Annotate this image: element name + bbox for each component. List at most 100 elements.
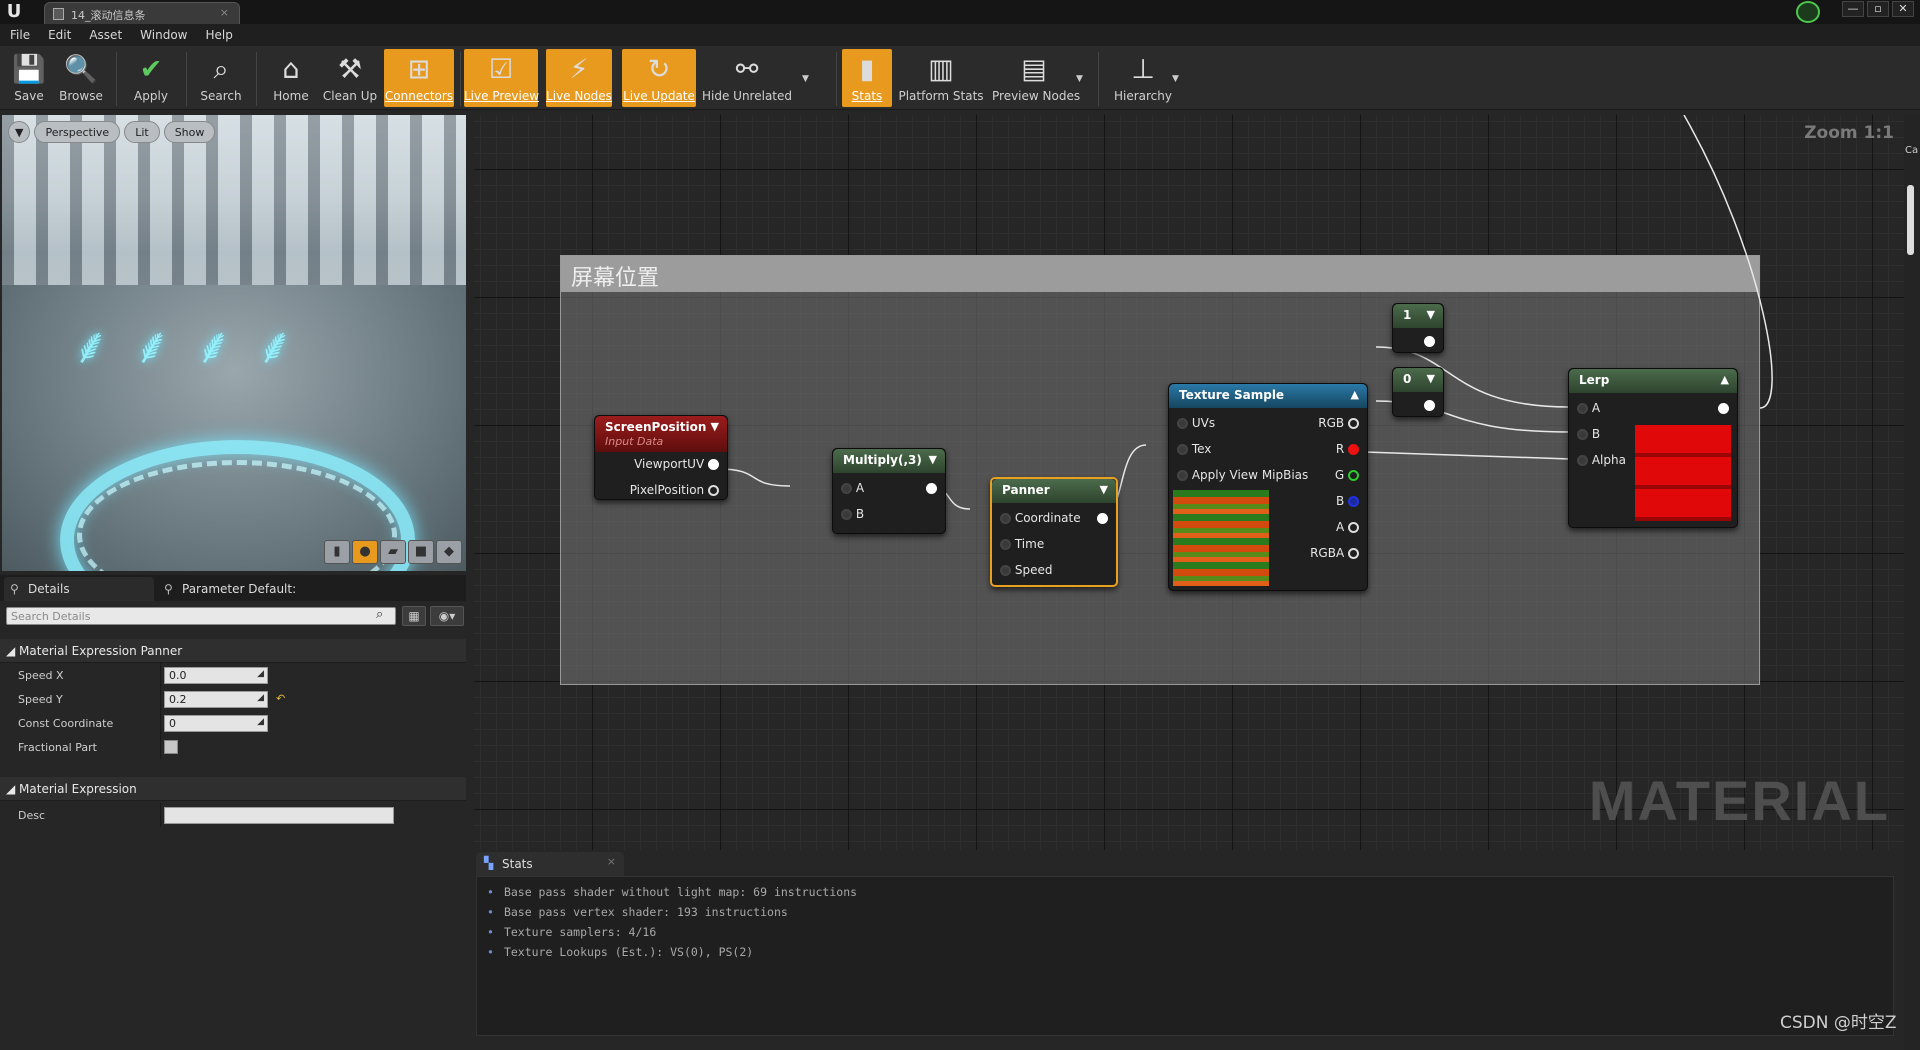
show-button[interactable]: Show [163,121,216,143]
hierarchy-dropdown-icon[interactable]: ▼ [1172,74,1179,84]
viewport-menu-button[interactable]: ▼ [8,121,31,143]
node-lerp-header[interactable]: Lerp ▲ [1569,369,1737,393]
collapse-arrow-icon[interactable]: ▼ [1427,308,1435,321]
collapse-arrow-icon[interactable]: ▼ [1100,483,1108,496]
panner-output[interactable] [1097,511,1108,525]
node-constant-1[interactable]: 1 ▼ [1392,303,1444,353]
collapse-arrow-icon[interactable]: ▼ [711,420,719,433]
pin-alpha[interactable]: Alpha [1577,453,1626,467]
menu-asset[interactable]: Asset [87,24,132,46]
source-control-icon[interactable] [1796,1,1820,23]
input-pin-icon[interactable] [1577,429,1588,440]
constant-1-output[interactable] [1424,334,1435,348]
constant-0-output[interactable] [1424,398,1435,412]
property-matrix-icon[interactable]: ▦ [402,606,426,626]
sphere-mesh-button[interactable]: ● [352,540,378,564]
pin-rgba[interactable]: RGBA [1310,546,1359,560]
lerp-output[interactable] [1718,401,1729,415]
node-constant-1-header[interactable]: 1 ▼ [1393,304,1443,328]
const-coordinate-field[interactable]: 0 [164,715,268,732]
pin-g[interactable]: G [1335,468,1359,482]
input-pin-icon[interactable] [841,483,852,494]
menu-file[interactable]: File [8,24,40,46]
pin-tex[interactable]: Tex [1177,442,1211,456]
pin-a[interactable]: A [1336,520,1359,534]
node-screen-position-header[interactable]: ScreenPosition Input Data ▼ [595,416,727,452]
pin-r[interactable]: R [1336,442,1359,456]
node-constant-0[interactable]: 0 ▼ [1392,367,1444,417]
node-constant-0-header[interactable]: 0 ▼ [1393,368,1443,392]
search-button[interactable]: ⌕ Search [196,49,246,107]
input-pin-icon[interactable] [1177,418,1188,429]
connectors-button[interactable]: ⊞ Connectors [384,49,454,107]
section-material-expression[interactable]: ◢ Material Expression [0,777,466,801]
pin-uvs[interactable]: UVs [1177,416,1215,430]
collapse-arrow-icon[interactable]: ▼ [929,453,937,466]
tab-details[interactable]: ⚲ Details [4,577,154,601]
node-texture-sample-header[interactable]: Texture Sample ▲ [1169,384,1367,408]
close-tab-icon[interactable]: × [607,855,616,868]
plane-mesh-button[interactable]: ▰ [380,540,406,564]
document-tab[interactable]: 14_滚动信息条 × [44,2,240,24]
close-window-button[interactable]: ✕ [1892,1,1914,17]
live-preview-button[interactable]: ☑ Live Preview [464,49,539,107]
view-options-icon[interactable]: ◉▾ [430,606,464,626]
output-pin-icon[interactable] [1097,513,1108,524]
live-nodes-button[interactable]: ⚡ Live Nodes [546,49,612,107]
unreal-logo-icon[interactable]: U [4,1,24,23]
save-button[interactable]: 💾 Save [6,49,52,107]
multiply-output[interactable] [926,481,937,495]
fractional-part-checkbox[interactable] [164,740,178,754]
preview-nodes-dropdown-icon[interactable]: ▼ [1076,74,1083,84]
output-pin-icon[interactable] [926,483,937,494]
pin-time[interactable]: Time [1000,537,1044,551]
palette-side-strip[interactable]: Ca [1904,115,1920,1050]
preview-nodes-button[interactable]: ▤ Preview Nodes [992,49,1080,107]
output-pin-icon[interactable] [708,459,719,470]
speed-y-field[interactable]: 0.2 [164,691,268,708]
output-pin-icon[interactable] [1348,496,1359,507]
node-multiply-header[interactable]: Multiply(,3) ▼ [833,449,945,473]
platform-stats-button[interactable]: ▥ Platform Stats [898,49,984,107]
search-details-input[interactable]: Search Details [6,607,396,625]
pin-coordinate[interactable]: Coordinate [1000,511,1081,525]
output-pin-icon[interactable] [1424,336,1435,347]
home-button[interactable]: ⌂ Home [266,49,316,107]
apply-button[interactable]: ✔ Apply [126,49,176,107]
node-panner-header[interactable]: Panner ▼ [992,479,1116,503]
output-pin-icon[interactable] [1348,418,1359,429]
input-pin-icon[interactable] [1000,565,1011,576]
maximize-button[interactable]: ▫ [1867,1,1889,17]
pin-b[interactable]: B [1577,427,1600,441]
cube-mesh-button[interactable]: ■ [408,540,434,564]
pin-apply-view-mipbias[interactable]: Apply View MipBias [1177,468,1308,482]
pin-viewport-uv[interactable]: ViewportUV [634,457,719,471]
teapot-mesh-button[interactable]: ◆ [436,540,462,564]
input-pin-icon[interactable] [841,509,852,520]
node-screen-position[interactable]: ScreenPosition Input Data ▼ ViewportUV P… [594,415,728,500]
collapse-arrow-icon[interactable]: ▲ [1351,388,1359,401]
perspective-button[interactable]: Perspective [34,121,121,143]
tab-stats[interactable]: ▚ Stats × [476,852,624,876]
browse-button[interactable]: 🔍 Browse [56,49,106,107]
tab-parameter-defaults[interactable]: ⚲ Parameter Default: [158,577,304,601]
input-pin-icon[interactable] [1177,470,1188,481]
stats-button[interactable]: ▮ Stats [842,49,892,107]
menu-edit[interactable]: Edit [46,24,81,46]
input-pin-icon[interactable] [1000,513,1011,524]
minimize-button[interactable]: — [1842,1,1864,17]
pin-pixel-position[interactable]: PixelPosition [630,483,719,497]
input-pin-icon[interactable] [1177,444,1188,455]
preview-viewport[interactable]: ⸙ ⸙ ⸙ ⸙ ▼ Perspective Lit Show ▮ ● ▰ ■ ◆ [2,115,466,571]
output-pin-icon[interactable] [708,485,719,496]
material-graph[interactable]: 屏幕位置 ScreenPosition Input Data ▼ Viewpor… [474,115,1904,850]
output-pin-icon[interactable] [1348,522,1359,533]
speed-x-field[interactable]: 0.0 [164,667,268,684]
output-pin-icon[interactable] [1348,548,1359,559]
close-tab-icon[interactable]: × [220,6,229,19]
lit-button[interactable]: Lit [124,121,160,143]
hide-unrelated-button[interactable]: ⚯ Hide Unrelated [702,49,792,107]
collapse-arrow-icon[interactable]: ▼ [1427,372,1435,385]
pin-rgb[interactable]: RGB [1318,416,1359,430]
output-pin-icon[interactable] [1348,470,1359,481]
